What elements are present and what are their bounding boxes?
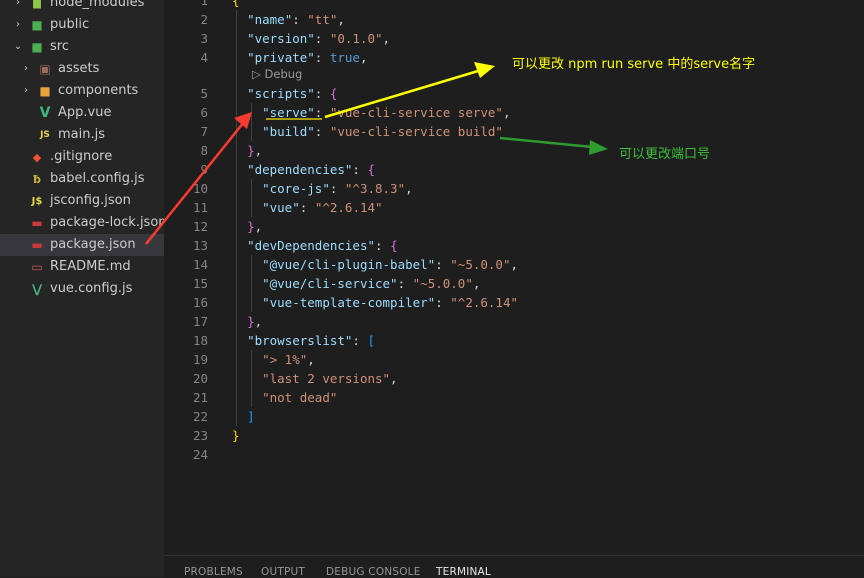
serve-rename-note: 可以更改 npm run serve 中的serve名字 [512,57,756,72]
yellow-arrow-head [474,62,495,78]
annotation-arrows [145,62,608,245]
yellow-arrow [324,69,479,119]
red-arrow [145,121,245,245]
green-arrow [499,136,593,149]
port-change-note: 可以更改端口号 [619,147,711,162]
red-arrow-head [234,112,252,129]
green-arrow-head [589,140,608,155]
